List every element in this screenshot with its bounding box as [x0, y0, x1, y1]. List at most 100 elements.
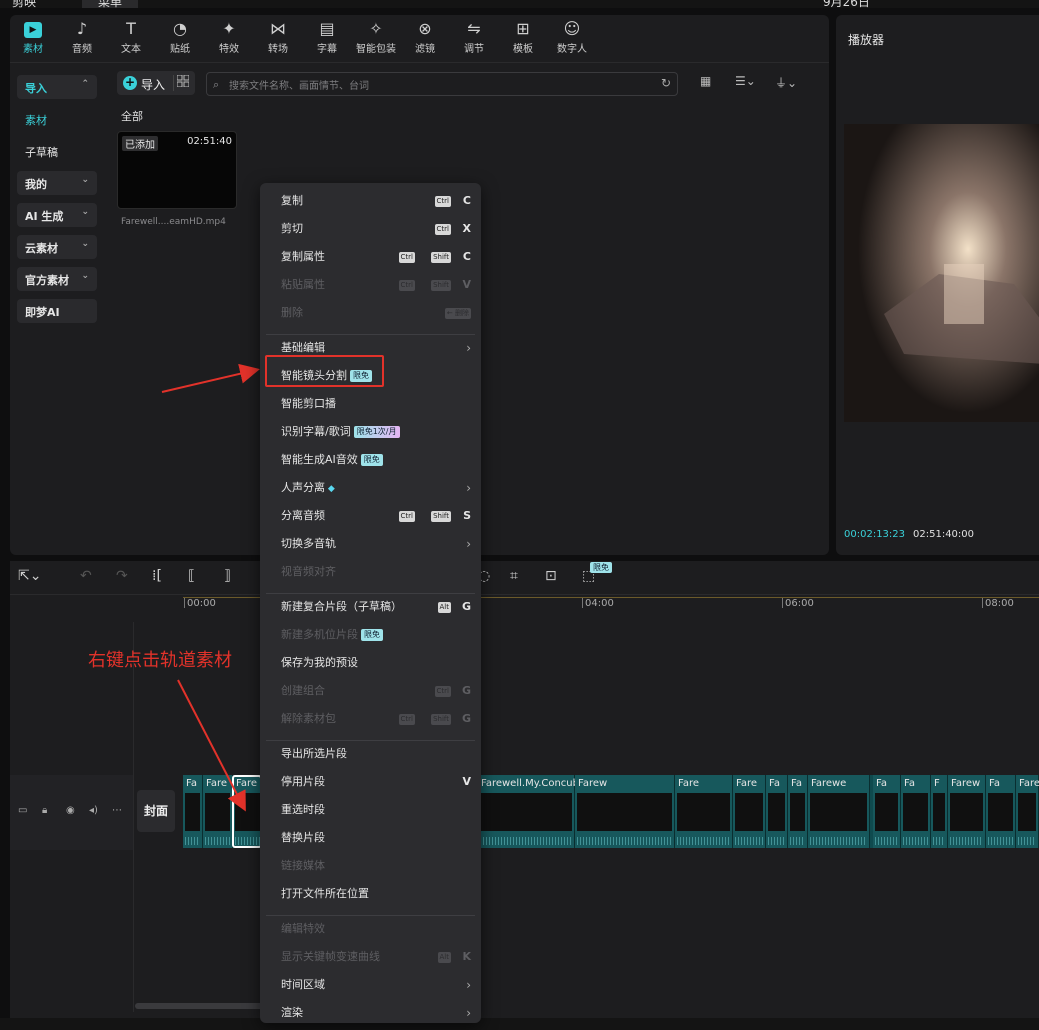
- sidenav-item[interactable]: 即梦AI: [17, 299, 97, 323]
- sidenav-item[interactable]: 导入 ⌃: [17, 75, 97, 99]
- selected-clip[interactable]: [232, 775, 262, 848]
- select-tool-icon[interactable]: ⇱⌄: [18, 568, 41, 584]
- trim-right-icon[interactable]: ⟧: [224, 568, 231, 584]
- menu-item[interactable]: 智能剪口播: [281, 396, 471, 412]
- shortcut-key: Shift: [431, 511, 451, 522]
- timeline-clip[interactable]: Fare: [733, 775, 766, 848]
- search-input[interactable]: ⌕ 搜索文件名称、画面情节、台词 ↻: [206, 72, 678, 96]
- lock-icon[interactable]: 🔒︎: [42, 805, 47, 816]
- trim-left-icon[interactable]: ⟦: [188, 568, 195, 584]
- toolbar-tab-transition[interactable]: ⋈ 转场: [255, 18, 301, 60]
- track-media-icon[interactable]: ▭: [18, 805, 27, 816]
- timeline-clip[interactable]: Farewell.My.Concub: [478, 775, 577, 848]
- menu-item[interactable]: 导出所选片段: [281, 746, 471, 762]
- timeline-clip[interactable]: Fare: [675, 775, 733, 848]
- toolbar-tab-label: 模板: [513, 44, 533, 55]
- toolbar-tab-adjust[interactable]: ⇋ 调节: [451, 18, 497, 60]
- menu-item-label: 新建多机位片段: [281, 628, 358, 641]
- timeline-clip[interactable]: Fare: [203, 775, 233, 848]
- menu-item[interactable]: 时间区域 ›: [281, 977, 471, 993]
- toolbar-tab-text[interactable]: T 文本: [108, 18, 154, 60]
- undo-icon[interactable]: ↶: [80, 568, 92, 584]
- shortcut-letter: G: [461, 600, 471, 613]
- grid-view-icon[interactable]: [173, 74, 190, 91]
- crop-icon[interactable]: ⌗: [510, 568, 518, 584]
- menu-item[interactable]: 停用片段 V: [281, 774, 471, 790]
- media-thumbnail[interactable]: 已添加 02:51:40: [117, 131, 237, 209]
- clip-waveform: [768, 837, 785, 845]
- clip-label: Fare: [736, 778, 758, 789]
- menu-item[interactable]: 替换片段: [281, 830, 471, 846]
- toolbar-tab-smart-pack[interactable]: ✧ 智能包装: [353, 18, 399, 60]
- menu-item[interactable]: 新建复合片段（子草稿） Alt G: [281, 599, 471, 615]
- more-icon[interactable]: ⋯: [112, 805, 122, 816]
- timeline-scrollbar[interactable]: [135, 1003, 265, 1009]
- video-preview[interactable]: [844, 124, 1039, 422]
- toolbar-tab-effects[interactable]: ✦ 特效: [206, 18, 252, 60]
- shortcut-key: Ctrl: [434, 224, 451, 235]
- menu-item-label: 创建组合: [281, 684, 325, 697]
- toolbar-tab-filter[interactable]: ⊗ 滤镜: [402, 18, 448, 60]
- ruler-tick-label: 06:00: [782, 598, 814, 609]
- menu-item[interactable]: 打开文件所在位置: [281, 886, 471, 902]
- split-icon[interactable]: ⁞[: [152, 568, 162, 584]
- clip-label: Fa: [769, 778, 780, 789]
- timeline-clip[interactable]: F: [931, 775, 948, 848]
- shortcut-letter: V: [462, 278, 471, 291]
- refresh-icon[interactable]: ↻: [661, 76, 671, 90]
- sidenav-item[interactable]: 官方素材 ⌄: [17, 267, 97, 291]
- import-button[interactable]: + 导入: [117, 71, 195, 95]
- toolbar-tab-audio[interactable]: ♪ 音频: [59, 18, 105, 60]
- toolbar-tab-digital-human[interactable]: ☺ 数字人: [549, 18, 595, 60]
- menu-item[interactable]: 人声分离 ◆ ›: [281, 480, 471, 496]
- clip-frames: [185, 793, 200, 831]
- timeline-clip[interactable]: Farewe: [808, 775, 870, 848]
- title-bar: 剪映 菜单 9月26日: [0, 0, 1039, 8]
- timeline-clip[interactable]: Fa: [873, 775, 901, 848]
- visibility-icon[interactable]: ◉: [66, 805, 75, 816]
- chevron-right-icon: ›: [466, 481, 471, 495]
- menu-separator: [266, 915, 475, 916]
- menu-button[interactable]: 菜单: [82, 0, 139, 8]
- sidenav-item[interactable]: 云素材 ⌄: [17, 235, 97, 259]
- toolbar-tab-media[interactable]: ▶ 素材: [10, 18, 56, 60]
- menu-item[interactable]: 复制 Ctrl C: [281, 193, 471, 209]
- shortcut-key: Shift: [431, 714, 451, 725]
- filter-icon: ⊗: [418, 19, 432, 38]
- toolbar-tab-caption[interactable]: ▤ 字幕: [304, 18, 350, 60]
- toolbar-tab-sticker[interactable]: ◔ 贴纸: [157, 18, 203, 60]
- sidenav-item[interactable]: AI 生成 ⌄: [17, 203, 97, 227]
- menu-item[interactable]: 保存为我的预设: [281, 655, 471, 671]
- toolbar-tab-template[interactable]: ⊞ 模板: [500, 18, 546, 60]
- timeline-clip[interactable]: Fa: [766, 775, 788, 848]
- menu-item[interactable]: 切换多音轨 ›: [281, 536, 471, 552]
- timeline-clip[interactable]: Fa: [183, 775, 203, 848]
- view-mode-icon[interactable]: ▦: [700, 74, 711, 88]
- menu-item[interactable]: 基础编辑 ›: [281, 340, 471, 356]
- timeline-clip[interactable]: Fa: [986, 775, 1016, 848]
- volume-icon[interactable]: ◂): [89, 805, 98, 816]
- chevron-right-icon: ›: [466, 537, 471, 551]
- menu-item[interactable]: 渲染 ›: [281, 1005, 471, 1021]
- menu-item[interactable]: 复制属性 Shift Ctrl C: [281, 249, 471, 265]
- timeline-clip[interactable]: Fare: [1016, 775, 1039, 848]
- timeline-clip[interactable]: Fa: [788, 775, 808, 848]
- sidenav-item[interactable]: 素材: [17, 107, 97, 131]
- caption-edit-icon[interactable]: ⊡: [545, 568, 557, 584]
- timeline-clip[interactable]: Farew: [948, 775, 986, 848]
- sidenav-item[interactable]: 我的 ⌄: [17, 171, 97, 195]
- menu-item[interactable]: 重选时段: [281, 802, 471, 818]
- menu-item[interactable]: 分离音频 Shift Ctrl S: [281, 508, 471, 524]
- menu-item[interactable]: 智能生成AI音效 限免: [281, 452, 471, 468]
- sidenav-item[interactable]: 子草稿: [17, 139, 97, 163]
- caption-icon: ▤: [319, 19, 335, 38]
- menu-item[interactable]: 剪切 Ctrl X: [281, 221, 471, 237]
- duration-label: 02:51:40: [187, 136, 232, 147]
- sort-icon[interactable]: ☰⌄: [735, 74, 756, 88]
- menu-item[interactable]: 识别字幕/歌词 限免1次/月: [281, 424, 471, 440]
- cover-button[interactable]: 封面: [137, 790, 175, 832]
- redo-icon[interactable]: ↷: [116, 568, 128, 584]
- timeline-clip[interactable]: Farew: [575, 775, 675, 848]
- filter-icon[interactable]: ⏚⌄: [775, 74, 797, 91]
- timeline-clip[interactable]: Fa: [901, 775, 931, 848]
